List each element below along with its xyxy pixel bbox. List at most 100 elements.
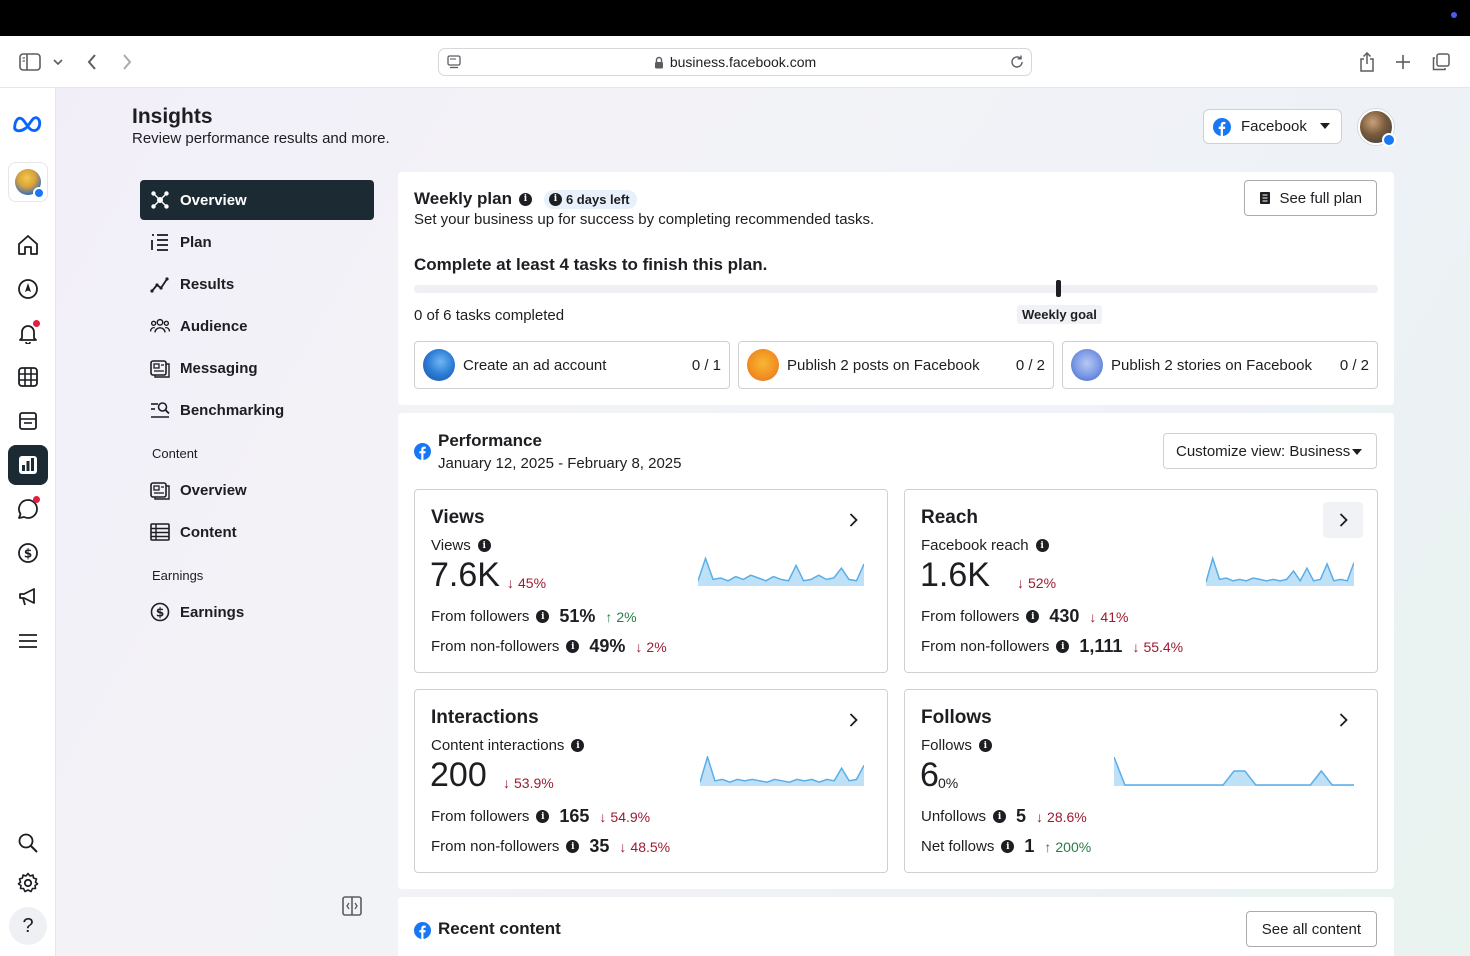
insights-sidebar: Overview Plan Results Audience Messaging <box>140 180 374 634</box>
ads-megaphone-icon[interactable] <box>12 581 44 613</box>
task-publish-stories[interactable]: Publish 2 stories on Facebook 0 / 2 <box>1062 341 1378 389</box>
collapse-sidebar-icon[interactable] <box>341 895 363 917</box>
info-icon[interactable]: i <box>978 739 992 752</box>
inbox-chat-icon[interactable] <box>12 493 44 525</box>
home-icon[interactable] <box>12 229 44 261</box>
info-icon[interactable]: i <box>993 810 1007 823</box>
notification-badge <box>33 320 40 327</box>
sidebar-item-content[interactable]: Content <box>140 512 374 552</box>
sidebar-item-overview[interactable]: Overview <box>140 180 374 220</box>
reload-icon[interactable] <box>1009 54 1025 73</box>
back-icon[interactable] <box>80 50 104 74</box>
meta-logo-icon[interactable] <box>12 108 44 140</box>
story-illustration-icon <box>1071 349 1103 381</box>
info-icon[interactable]: i <box>1056 640 1070 653</box>
facebook-logo-icon <box>414 443 431 465</box>
row-label: From non-followers <box>921 638 1050 655</box>
info-icon[interactable]: i <box>566 840 580 853</box>
tab-overview-icon[interactable] <box>1429 50 1453 74</box>
sparkline-chart <box>1114 756 1354 786</box>
row-label: From non-followers <box>431 638 560 655</box>
compass-icon[interactable] <box>12 273 44 305</box>
customize-view-select[interactable]: Customize view: Business <box>1163 433 1377 469</box>
sidebar-item-content-overview[interactable]: Overview <box>140 470 374 510</box>
browser-toolbar: business.facebook.com <box>0 36 1470 88</box>
business-account-avatar[interactable] <box>8 162 48 202</box>
monetization-dollar-icon[interactable]: $ <box>12 537 44 569</box>
metric-card-views[interactable]: Views Views i 7.6K ↓ 45% From followers i 51% ↑ 2%… <box>414 489 888 673</box>
row-delta: ↓ 54.9% <box>599 809 650 825</box>
sidebar-toggle-icon[interactable] <box>18 50 42 74</box>
status-dot <box>1451 12 1457 18</box>
benchmark-search-icon <box>150 400 170 420</box>
info-icon[interactable]: i <box>518 192 532 206</box>
chevron-down-icon[interactable] <box>48 50 68 74</box>
metric-title: Follows <box>921 707 992 728</box>
forward-icon[interactable] <box>115 50 139 74</box>
metric-value: 7.6K <box>430 556 500 594</box>
results-trend-icon <box>150 274 170 294</box>
planner-grid-icon[interactable] <box>12 361 44 393</box>
sidebar-item-audience[interactable]: Audience <box>140 306 374 346</box>
row-value: 5 <box>1016 806 1027 826</box>
info-icon[interactable]: i <box>566 640 580 653</box>
metric-card-follows[interactable]: Follows Follows i 6 0% Unfollows i 5 ↓ 28.6% Net f… <box>904 689 1378 873</box>
sidebar-item-benchmarking[interactable]: Benchmarking <box>140 390 374 430</box>
info-icon[interactable]: i <box>536 810 550 823</box>
settings-gear-icon[interactable] <box>12 867 44 899</box>
inbox-badge <box>33 496 40 503</box>
metric-card-interactions[interactable]: Interactions Content interactions i 200 ↓ 53.… <box>414 689 888 873</box>
insights-chart-icon[interactable] <box>8 445 48 485</box>
all-tools-menu-icon[interactable] <box>12 625 44 657</box>
metric-label: Content interactions <box>431 737 565 754</box>
metric-row-2: From non-followers i 35 ↓ 48.5% <box>431 836 670 857</box>
task-publish-posts[interactable]: Publish 2 posts on Facebook 0 / 2 <box>738 341 1054 389</box>
see-all-content-button[interactable]: See all content <box>1245 911 1377 947</box>
row-label: From followers <box>921 608 1020 625</box>
chevron-right-icon[interactable] <box>1323 702 1363 738</box>
share-icon[interactable] <box>1355 50 1379 74</box>
info-icon[interactable]: i <box>477 539 491 552</box>
recent-content-card: Recent content See all content <box>398 897 1394 956</box>
url-bar[interactable]: business.facebook.com <box>438 48 1032 76</box>
search-icon[interactable] <box>12 827 44 859</box>
platform-select[interactable]: Facebook <box>1203 109 1342 144</box>
metric-row-1: From followers i 430 ↓ 41% <box>921 606 1128 627</box>
row-delta-value: 2% <box>646 638 667 655</box>
sidebar-item-earnings[interactable]: $ Earnings <box>140 592 374 632</box>
metric-delta-value: 53.9% <box>514 775 554 791</box>
sidebar-item-plan[interactable]: Plan <box>140 222 374 262</box>
info-icon[interactable]: i <box>571 739 585 752</box>
row-label: Unfollows <box>921 808 987 825</box>
site-settings-icon[interactable] <box>447 55 461 72</box>
sparkline-chart <box>698 556 864 586</box>
info-icon[interactable]: i <box>1026 610 1040 623</box>
help-icon[interactable]: ? <box>9 907 47 945</box>
metric-label-row: Content interactions i <box>431 737 585 754</box>
notifications-bell-icon[interactable] <box>12 317 44 349</box>
sidebar-item-messaging[interactable]: Messaging <box>140 348 374 388</box>
new-tab-icon[interactable] <box>1391 50 1415 74</box>
info-icon[interactable]: i <box>1001 840 1015 853</box>
profile-avatar[interactable] <box>1358 109 1396 147</box>
row-delta: ↓ 28.6% <box>1036 809 1087 825</box>
sidebar-item-results[interactable]: Results <box>140 264 374 304</box>
chevron-right-icon[interactable] <box>833 702 873 738</box>
audience-people-icon <box>150 316 170 336</box>
sidebar-item-label: Messaging <box>180 359 258 377</box>
metric-delta-value: 45% <box>518 575 547 591</box>
task-count: 0 / 1 <box>691 357 721 374</box>
metric-row-2: Net follows i 1 ↑ 200% <box>921 836 1091 857</box>
row-value: 430 <box>1049 606 1080 626</box>
metric-delta: ↓ 53.9% <box>503 775 554 791</box>
content-library-icon[interactable] <box>12 405 44 437</box>
info-icon[interactable]: i <box>536 610 550 623</box>
info-icon[interactable]: i <box>1035 539 1049 552</box>
app-area: $ ? Insights Review performance results … <box>0 88 1470 956</box>
see-full-plan-button[interactable]: See full plan <box>1244 180 1377 216</box>
task-create-ad-account[interactable]: Create an ad account 0 / 1 <box>414 341 730 389</box>
metric-card-reach[interactable]: Reach Facebook reach i 1.6K ↓ 52% From followe… <box>904 489 1378 673</box>
chevron-right-icon[interactable] <box>833 502 873 538</box>
chevron-right-icon[interactable] <box>1323 502 1363 538</box>
metric-value: 1.6K <box>920 556 990 594</box>
